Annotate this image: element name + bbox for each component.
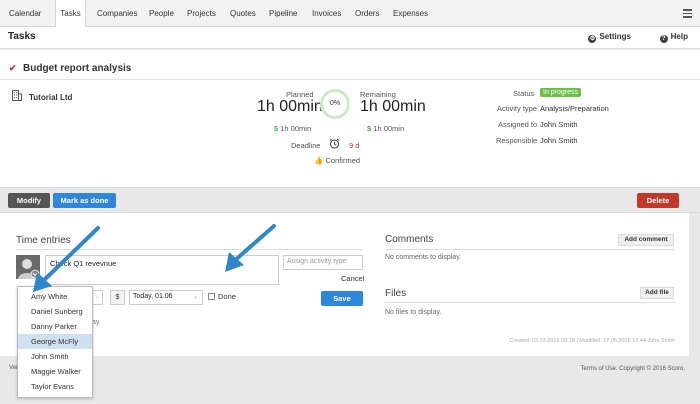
gear-icon: ⚙ — [588, 35, 597, 43]
no-files-text: No files to display. — [385, 309, 442, 316]
add-comment-button[interactable]: Add comment — [618, 234, 674, 246]
no-comments-text: No comments to display. — [385, 254, 462, 261]
status-label: Status — [513, 89, 535, 98]
done-label: Done — [218, 292, 236, 301]
responsible-label: Responsible — [496, 136, 538, 145]
footer-copyright[interactable]: Terms of Use. Copyright © 2016 Scoro. — [581, 366, 685, 372]
confirmed-status: 👍 Confirmed — [314, 156, 361, 165]
activity-type-input[interactable]: Assign activity type — [283, 255, 363, 270]
settings-link[interactable]: ⚙ Settings — [588, 32, 631, 43]
cancel-link[interactable]: Cancel — [341, 274, 364, 283]
delete-button[interactable]: Delete — [637, 193, 679, 208]
user-option[interactable]: Taylor Evans — [18, 379, 92, 394]
thumbs-up-icon: 👍 — [314, 156, 324, 165]
divider — [16, 249, 363, 250]
billable-toggle[interactable]: $ — [110, 290, 125, 305]
question-icon: ? — [659, 35, 668, 43]
divider — [385, 302, 675, 303]
user-option[interactable]: Amy White — [18, 289, 92, 304]
user-dropdown: Amy White Daniel Sunberg Danny Parker Ge… — [17, 286, 93, 398]
save-button[interactable]: Save — [321, 291, 363, 306]
tab-companies[interactable]: Companies — [97, 0, 137, 27]
tab-tasks[interactable]: Tasks — [55, 0, 86, 28]
planned-value: 1h 00min — [257, 98, 323, 115]
status-badge: In progress — [540, 88, 582, 97]
planned-cost: $ 1h 00min — [274, 124, 312, 133]
settings-label: Settings — [599, 32, 631, 41]
help-link[interactable]: ? Help — [659, 32, 688, 43]
deadline-label: Deadline — [291, 141, 321, 150]
tab-calendar[interactable]: Calendar — [9, 0, 41, 27]
tab-quotes[interactable]: Quotes — [230, 0, 256, 27]
alarm-clock-icon — [329, 138, 340, 149]
mark-as-done-button[interactable]: Mark as done — [53, 193, 116, 208]
building-icon — [12, 90, 22, 101]
help-label: Help — [670, 32, 688, 41]
progress-ring: 0% — [320, 89, 350, 119]
time-entries-empty-text: ay. — [92, 319, 101, 326]
tab-invoices[interactable]: Invoices — [312, 0, 341, 27]
task-title: Budget report analysis — [23, 63, 132, 74]
tab-people[interactable]: People — [149, 0, 174, 27]
done-checkbox[interactable] — [208, 293, 215, 300]
user-option[interactable]: John Smith — [18, 349, 92, 364]
tab-pipeline[interactable]: Pipeline — [269, 0, 297, 27]
tab-orders[interactable]: Orders — [355, 0, 379, 27]
dollar-icon: $ — [274, 124, 279, 133]
comments-title: Comments — [385, 234, 434, 245]
created-modified-meta: Created: 03.03.2016 05:18 | Modified: 17… — [509, 338, 675, 344]
company-name[interactable]: Tutorial Ltd — [29, 93, 72, 102]
lower-panel: Time entries Check Q1 revevnue Assign ac… — [0, 213, 689, 356]
assigned-value: John Smith — [540, 120, 578, 129]
page-title: Tasks — [8, 31, 36, 42]
remaining-cost: $ 1h 00min — [367, 124, 405, 133]
user-option[interactable]: Danny Parker — [18, 319, 92, 334]
description-textarea[interactable]: Check Q1 revevnue — [45, 255, 279, 285]
modify-button[interactable]: Modify — [8, 193, 50, 208]
activity-label: Activity type — [497, 104, 538, 113]
user-option[interactable]: Daniel Sunberg — [18, 304, 92, 319]
dollar-icon: $ — [367, 124, 372, 133]
deadline-value: 9 d — [349, 141, 360, 150]
user-option-selected[interactable]: George McFly — [18, 334, 92, 349]
remaining-value: 1h 00min — [360, 98, 426, 115]
divider — [385, 249, 675, 250]
date-select[interactable]: Today, 01.06 ⌄ — [129, 290, 203, 305]
add-file-button[interactable]: Add file — [640, 287, 674, 299]
user-photo-icon — [16, 255, 40, 279]
top-nav: Calendar Tasks Companies People Projects… — [0, 0, 700, 28]
files-title: Files — [385, 288, 407, 299]
activity-value: Analysis/Preparation — [540, 104, 609, 113]
task-title-row: ✔ Budget report analysis — [0, 56, 700, 80]
tab-projects[interactable]: Projects — [187, 0, 216, 27]
chevron-down-icon: ⌄ — [192, 294, 198, 300]
task-panel: ✔ Budget report analysis Tutorial Ltd Pl… — [0, 50, 700, 187]
action-bar: Modify Mark as done Delete — [0, 187, 700, 213]
user-option[interactable]: Maggie Walker — [18, 364, 92, 379]
time-entries-title: Time entries — [16, 235, 71, 246]
checkmark-icon: ✔ — [9, 63, 17, 73]
assigned-label: Assigned to — [498, 120, 538, 129]
tab-expenses[interactable]: Expenses — [393, 0, 428, 27]
date-value: Today, 01.06 — [133, 293, 173, 300]
page-header: Tasks ⚙ Settings ? Help — [0, 27, 700, 49]
avatar[interactable] — [16, 255, 40, 279]
responsible-value: John Smith — [540, 136, 578, 145]
hamburger-icon[interactable] — [683, 9, 692, 18]
